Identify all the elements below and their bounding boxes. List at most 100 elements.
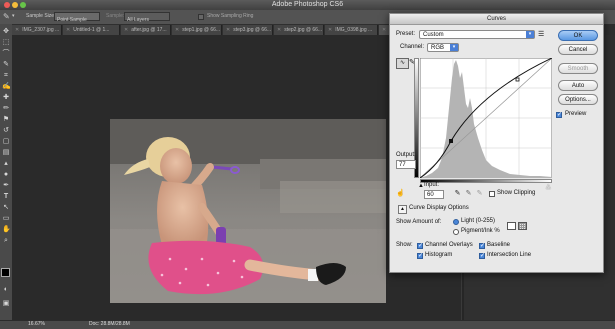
pigment-radio[interactable] bbox=[453, 229, 459, 235]
show-amount-label: Show Amount of: bbox=[396, 219, 442, 225]
curves-graph[interactable] bbox=[420, 58, 552, 178]
channel-overlays-label: Channel Overlays bbox=[425, 242, 473, 248]
light-radio[interactable] bbox=[453, 219, 459, 225]
close-tab-icon[interactable]: ✕ bbox=[175, 27, 179, 33]
baseline-checkbox[interactable] bbox=[479, 242, 485, 249]
curve-point[interactable] bbox=[449, 139, 453, 143]
tab-img-2307[interactable]: ✕ IMG_2307.jpg ... bbox=[12, 25, 62, 35]
doc-size: Doc: 28.8M/28.8M bbox=[89, 321, 130, 327]
hand-tool-icon[interactable]: ✋ bbox=[2, 226, 11, 234]
white-eyedropper-icon[interactable]: ✎ bbox=[476, 189, 483, 198]
tab-step1[interactable]: ✕ step1.jpg @ 66... bbox=[172, 25, 222, 35]
close-tab-icon[interactable]: ✕ bbox=[15, 27, 19, 33]
chevron-down-icon: ▾ bbox=[526, 31, 534, 38]
ok-button[interactable]: OK bbox=[558, 30, 598, 41]
sample-size-label: Sample Size: bbox=[26, 13, 56, 19]
auto-button[interactable]: Auto bbox=[558, 80, 598, 91]
dodge-tool-icon[interactable]: ● bbox=[2, 171, 10, 179]
quick-select-tool-icon[interactable]: ✎ bbox=[2, 61, 10, 69]
detailed-grid-icon[interactable] bbox=[518, 222, 527, 230]
disclosure-triangle-icon[interactable]: ▲ bbox=[398, 205, 407, 214]
close-tab-icon[interactable]: ✕ bbox=[66, 27, 70, 33]
output-label: Output: bbox=[396, 152, 416, 158]
channel-select[interactable]: RGB ▾ bbox=[427, 43, 459, 52]
chevron-down-icon: ▾ bbox=[450, 44, 458, 51]
zoom-tool-icon[interactable]: ⌕ bbox=[2, 237, 10, 245]
smooth-button[interactable]: Smooth bbox=[558, 63, 598, 74]
marquee-tool-icon[interactable]: ⬚ bbox=[2, 39, 10, 47]
lasso-tool-icon[interactable]: ⌒ bbox=[2, 50, 10, 58]
output-field[interactable]: 77 bbox=[396, 160, 416, 169]
show-clipping-checkbox[interactable] bbox=[489, 191, 495, 197]
show-sampling-ring-label: Show Sampling Ring bbox=[207, 13, 254, 19]
zoom-level[interactable]: 16.67% bbox=[28, 321, 45, 327]
black-eyedropper-icon[interactable]: ✎ bbox=[454, 189, 461, 198]
histogram-checkbox[interactable] bbox=[417, 252, 423, 259]
eyedropper-tool-icon[interactable]: ✎ bbox=[3, 12, 10, 21]
close-tab-icon[interactable]: ✕ bbox=[226, 27, 230, 33]
healing-brush-tool-icon[interactable]: ✚ bbox=[2, 94, 10, 102]
path-selection-tool-icon[interactable]: ↖ bbox=[2, 204, 10, 212]
blur-tool-icon[interactable]: ▴ bbox=[2, 160, 10, 168]
pigment-radio-label: Pigment/Ink % bbox=[461, 228, 500, 234]
gradient-tool-icon[interactable]: ▤ bbox=[2, 149, 10, 157]
show-sampling-ring-checkbox[interactable] bbox=[198, 14, 204, 20]
sample-label: Sample: bbox=[106, 13, 125, 19]
history-brush-tool-icon[interactable]: ↺ bbox=[2, 127, 10, 135]
channel-overlays-checkbox[interactable] bbox=[417, 242, 423, 249]
preset-select[interactable]: Custom ▾ bbox=[419, 30, 535, 39]
gray-eyedropper-icon[interactable]: ✎ bbox=[465, 189, 472, 198]
screen-mode-icon[interactable]: ▣ bbox=[2, 300, 10, 308]
title-bar: Adobe Photoshop CS6 bbox=[0, 0, 615, 10]
tab-step3[interactable]: ✕ step3.jpg @ 66... bbox=[223, 25, 273, 35]
minimize-window-button[interactable] bbox=[12, 2, 18, 8]
tool-preset-chevron-icon[interactable]: ▾ bbox=[12, 13, 15, 19]
curve-edit-points-icon[interactable]: ∿ bbox=[396, 58, 409, 69]
curves-dialog: Curves Preset: Custom ▾ ☰ Channel: RGB ▾… bbox=[389, 13, 604, 273]
eraser-tool-icon[interactable]: ▢ bbox=[2, 138, 10, 146]
move-tool-icon[interactable]: ✥ bbox=[2, 28, 10, 36]
preview-label: Preview bbox=[565, 111, 587, 117]
close-tab-icon[interactable]: ✕ bbox=[382, 27, 386, 33]
clone-stamp-tool-icon[interactable]: ⚑ bbox=[2, 116, 10, 124]
close-window-button[interactable] bbox=[4, 2, 10, 8]
close-tab-icon[interactable]: ✕ bbox=[328, 27, 332, 33]
baseline-label: Baseline bbox=[487, 242, 511, 248]
close-tab-icon[interactable]: ✕ bbox=[277, 27, 281, 33]
histogram-label: Histogram bbox=[425, 252, 453, 258]
app-title: Adobe Photoshop CS6 bbox=[271, 1, 344, 8]
zoom-window-button[interactable] bbox=[20, 2, 26, 8]
shape-tool-icon[interactable]: ▭ bbox=[2, 215, 10, 223]
input-label: Input: bbox=[424, 182, 440, 188]
crop-tool-icon[interactable]: ⌗ bbox=[2, 72, 10, 80]
intersection-line-checkbox[interactable] bbox=[479, 252, 485, 259]
tab-untitled-1[interactable]: ✕ Untitled-1 @ 1... bbox=[63, 25, 120, 35]
cancel-button[interactable]: Cancel bbox=[558, 44, 598, 55]
tab-img-0398[interactable]: ✕ IMG_0398.jpg ... bbox=[325, 25, 378, 35]
sample-size-select[interactable]: Point Sample bbox=[54, 12, 100, 23]
tab-after[interactable]: ✕ after.jpg @ 17... bbox=[121, 25, 171, 35]
close-tab-icon[interactable]: ✕ bbox=[124, 27, 128, 33]
preset-options-icon[interactable]: ☰ bbox=[538, 30, 544, 38]
white-point-slider-icon[interactable]: △ bbox=[546, 183, 551, 190]
quick-mask-icon[interactable]: ◐ bbox=[2, 286, 10, 294]
foreground-color-swatch[interactable] bbox=[1, 268, 10, 277]
simple-grid-icon[interactable] bbox=[507, 222, 516, 230]
input-field[interactable]: 60 bbox=[424, 190, 444, 199]
photo-image bbox=[110, 119, 386, 303]
curves-dialog-title: Curves bbox=[390, 14, 603, 25]
tools-panel: ✥ ⬚ ⌒ ✎ ⌗ ✍ ✚ ✏ ⚑ ↺ ▢ ▤ ▴ ● ✒ T ↖ ▭ ✋ ⌕ … bbox=[0, 24, 13, 320]
input-gradient-bar bbox=[420, 179, 552, 183]
light-radio-label: Light (0-255) bbox=[461, 218, 496, 224]
preview-checkbox[interactable] bbox=[556, 111, 562, 118]
tab-step2[interactable]: ✕ step2.jpg @ 66... bbox=[274, 25, 324, 35]
photo-girl-blowing-bubbles[interactable] bbox=[110, 119, 386, 303]
sample-layers-select[interactable]: All Layers bbox=[124, 12, 170, 23]
options-button[interactable]: Options... bbox=[558, 94, 598, 105]
target-adjust-hand-icon[interactable]: ☝ bbox=[396, 189, 405, 197]
eyedropper-tool-icon[interactable]: ✍ bbox=[2, 83, 11, 91]
show-clipping-label: Show Clipping bbox=[497, 190, 536, 196]
pen-tool-icon[interactable]: ✒ bbox=[2, 182, 10, 190]
brush-tool-icon[interactable]: ✏ bbox=[2, 105, 10, 113]
type-tool-icon[interactable]: T bbox=[2, 193, 10, 201]
